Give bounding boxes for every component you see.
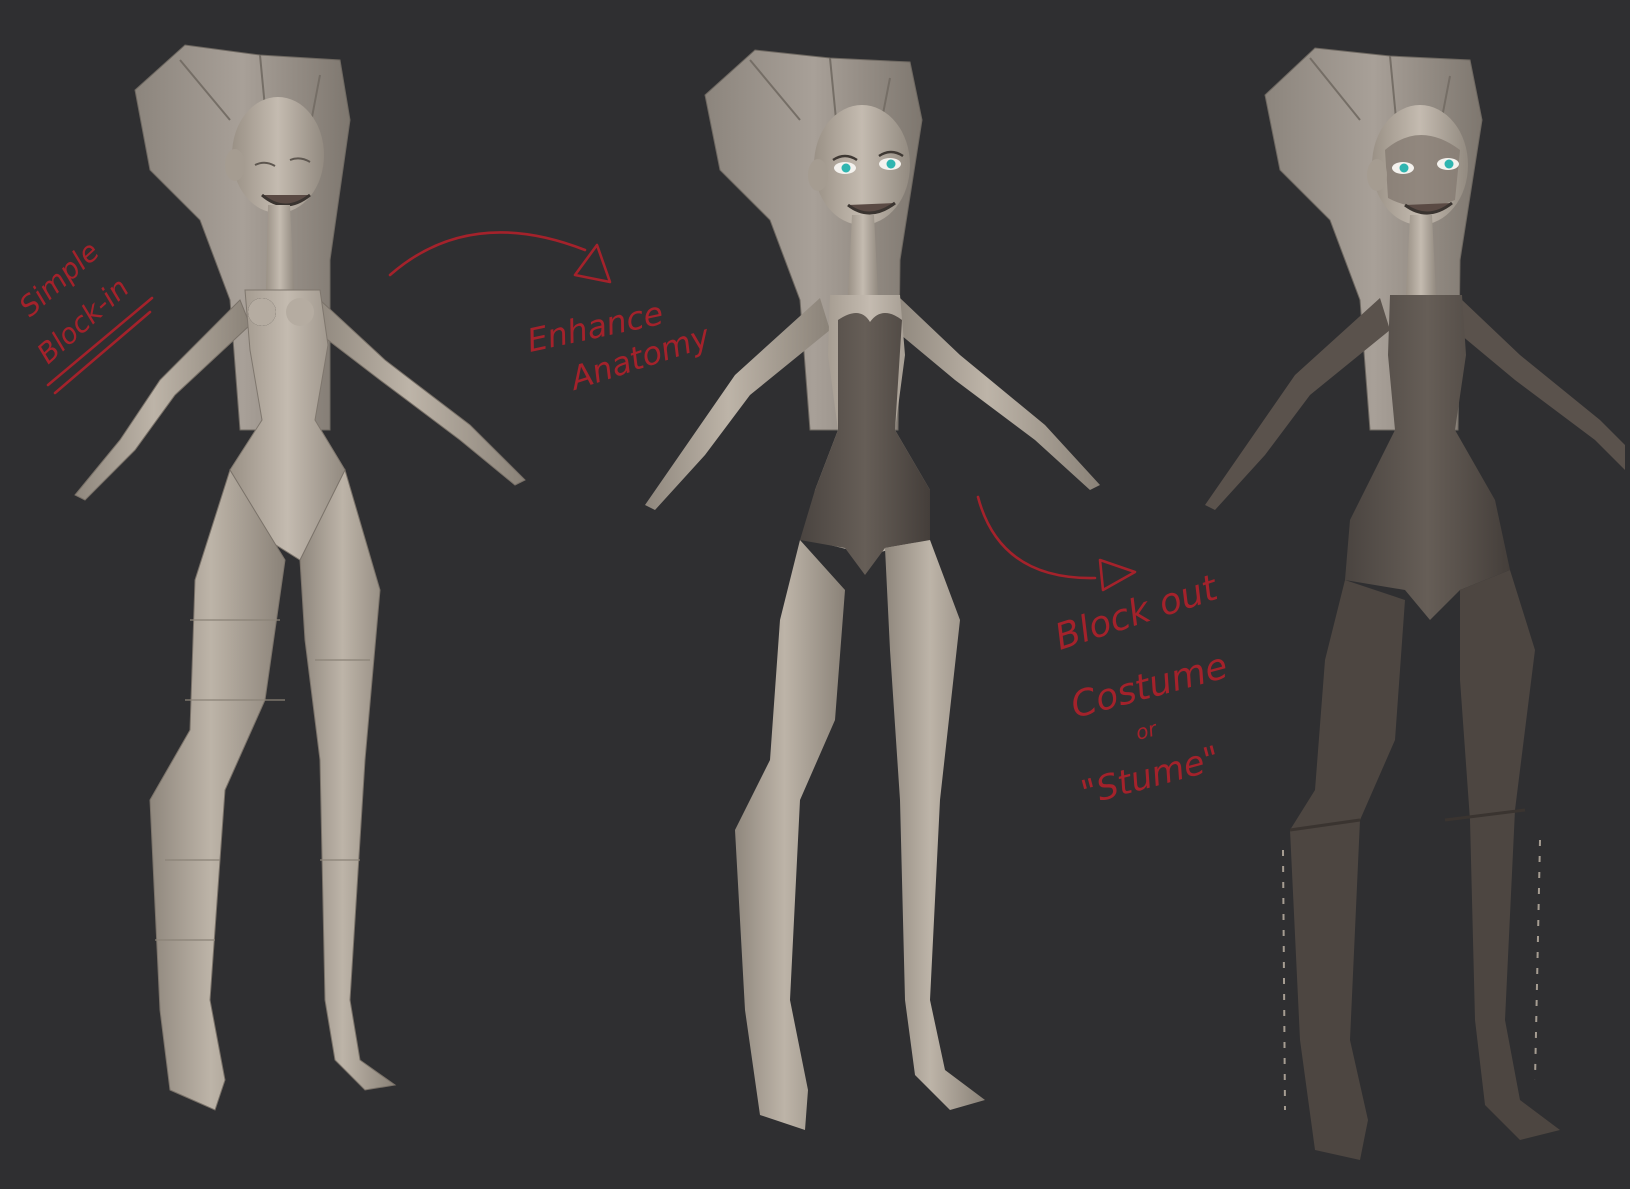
figure-enhanced-anatomy	[645, 49, 1100, 1130]
annotation-arrowhead	[573, 243, 612, 284]
sculpt-stages-illustration: Simple Block-in Enhance Anatomy Block ou…	[13, 44, 1625, 1160]
annotation-enhance-anatomy: Enhance Anatomy	[388, 231, 715, 398]
annotation-simple-block-in: Simple Block-in	[13, 235, 154, 395]
annotation-block-out-costume: Block out Costume or "Stume"	[976, 495, 1232, 814]
figure-costume-blockout	[1205, 47, 1625, 1160]
annotation-text: or	[1133, 716, 1161, 745]
annotation-text: Block out	[1050, 567, 1224, 658]
annotation-arrow	[976, 495, 1097, 580]
annotation-arrow	[388, 231, 587, 277]
annotation-text: "Stume"	[1077, 738, 1224, 813]
annotation-text: Costume	[1067, 646, 1232, 727]
sculpt-progress-canvas: Simple Block-in Enhance Anatomy Block ou…	[0, 0, 1630, 1189]
annotation-arrowhead	[1098, 558, 1137, 592]
figure-block-in	[74, 44, 526, 1111]
